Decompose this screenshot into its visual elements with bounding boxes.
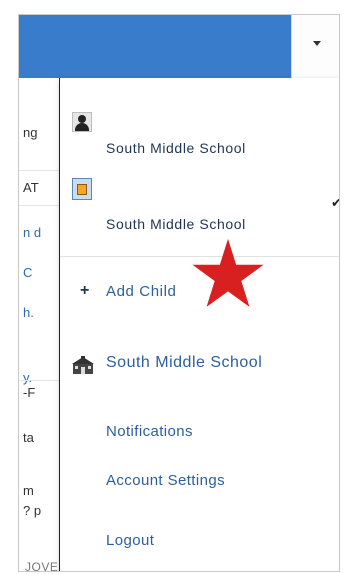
notifications-link[interactable]: Notifications bbox=[106, 423, 193, 440]
user-menu-toggle[interactable] bbox=[291, 15, 339, 78]
bg-text-fragment: y. bbox=[23, 370, 33, 385]
app-frame: ng AT n d C h. y. -F ta m ? p JOVEMBER 4… bbox=[18, 14, 340, 572]
bg-text-fragment: -F bbox=[23, 385, 36, 400]
student-notebook-icon bbox=[72, 178, 92, 200]
bg-text-fragment: AT bbox=[23, 180, 39, 195]
bg-text-fragment: ta bbox=[23, 430, 34, 445]
bg-text-fragment: ? p bbox=[23, 503, 42, 518]
student-item[interactable]: South Middle School bbox=[60, 112, 339, 156]
star-icon bbox=[192, 238, 264, 307]
logout-link[interactable]: Logout bbox=[106, 532, 154, 549]
caret-down-icon bbox=[313, 41, 321, 46]
plus-icon: + bbox=[80, 282, 90, 299]
account-settings-link[interactable]: Account Settings bbox=[106, 472, 225, 489]
student-school-label: South Middle School bbox=[106, 216, 246, 232]
selected-check-icon: ✔ bbox=[331, 195, 339, 211]
school-link-label: South Middle School bbox=[106, 354, 263, 371]
student-avatar-icon bbox=[72, 112, 92, 132]
user-dropdown-menu: South Middle School South Middle School … bbox=[59, 78, 339, 571]
bg-text-fragment: h. bbox=[23, 305, 34, 320]
school-link-item[interactable]: South Middle School bbox=[60, 352, 339, 382]
school-building-icon bbox=[72, 356, 94, 374]
student-school-label: South Middle School bbox=[106, 140, 246, 156]
bg-text-fragment: C bbox=[23, 265, 33, 280]
bg-text-fragment: ng bbox=[23, 125, 38, 140]
bg-text-fragment: m bbox=[23, 483, 34, 498]
add-child-label: Add Child bbox=[106, 283, 177, 300]
bg-text-fragment: n d bbox=[23, 225, 42, 240]
student-item[interactable]: South Middle School ✔ bbox=[60, 178, 339, 232]
